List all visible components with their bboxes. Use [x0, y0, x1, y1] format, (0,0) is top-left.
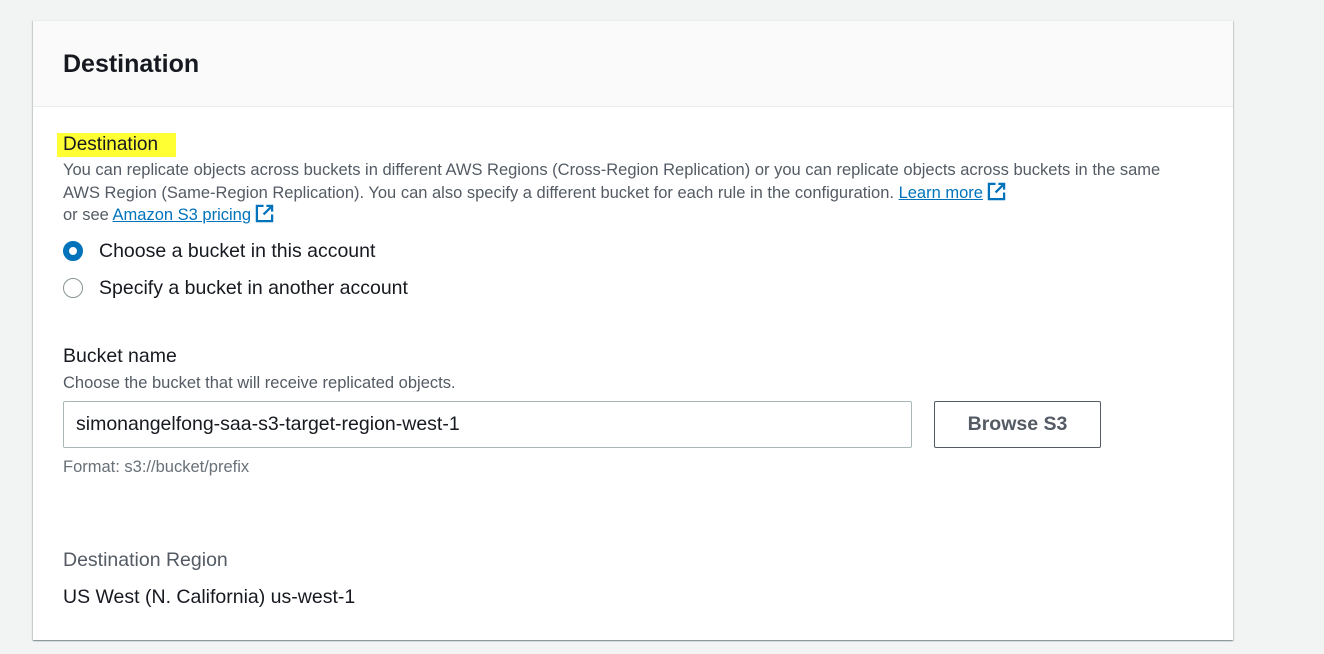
or-see-text: or see — [63, 206, 109, 224]
panel-body: Destination You can replicate objects ac… — [57, 133, 1203, 609]
bucket-name-input[interactable] — [63, 400, 912, 448]
destination-radio-group: Choose a bucket in this account Specify … — [63, 233, 1203, 307]
pricing-link-label: Amazon S3 pricing — [112, 206, 252, 224]
bucket-name-field: Bucket name Choose the bucket that will … — [63, 344, 1203, 477]
learn-more-label: Learn more — [898, 183, 983, 202]
radio-label-this-account: Choose a bucket in this account — [99, 239, 376, 262]
pricing-link[interactable]: Amazon S3 pricing — [113, 206, 252, 224]
panel-header: Destination — [33, 21, 1233, 107]
destination-description: You can replicate objects across buckets… — [63, 159, 1193, 227]
external-link-icon[interactable] — [255, 204, 274, 223]
radio-option-another-account[interactable]: Specify a bucket in another account — [63, 270, 1203, 307]
destination-label: Destination — [57, 133, 177, 157]
radio-unselected-icon[interactable] — [63, 278, 83, 298]
external-link-icon[interactable] — [987, 182, 1006, 201]
learn-more-link[interactable]: Learn more — [899, 184, 983, 202]
bucket-name-label: Bucket name — [63, 344, 177, 367]
destination-region-value: US West (N. California) us-west-1 — [63, 585, 356, 608]
destination-region-label: Destination Region — [63, 548, 228, 571]
format-hint: Format: s3://bucket/prefix — [63, 457, 250, 476]
browse-s3-button[interactable]: Browse S3 — [934, 400, 1101, 448]
radio-selected-icon[interactable] — [63, 241, 83, 261]
radio-option-this-account[interactable]: Choose a bucket in this account — [63, 233, 1203, 270]
destination-region-field: Destination Region US West (N. Californi… — [63, 549, 1203, 609]
bucket-name-description: Choose the bucket that will receive repl… — [63, 373, 456, 392]
radio-label-another-account: Specify a bucket in another account — [99, 276, 408, 299]
panel-title: Destination — [63, 50, 200, 78]
bucket-input-row: Browse S3 — [63, 400, 1203, 448]
